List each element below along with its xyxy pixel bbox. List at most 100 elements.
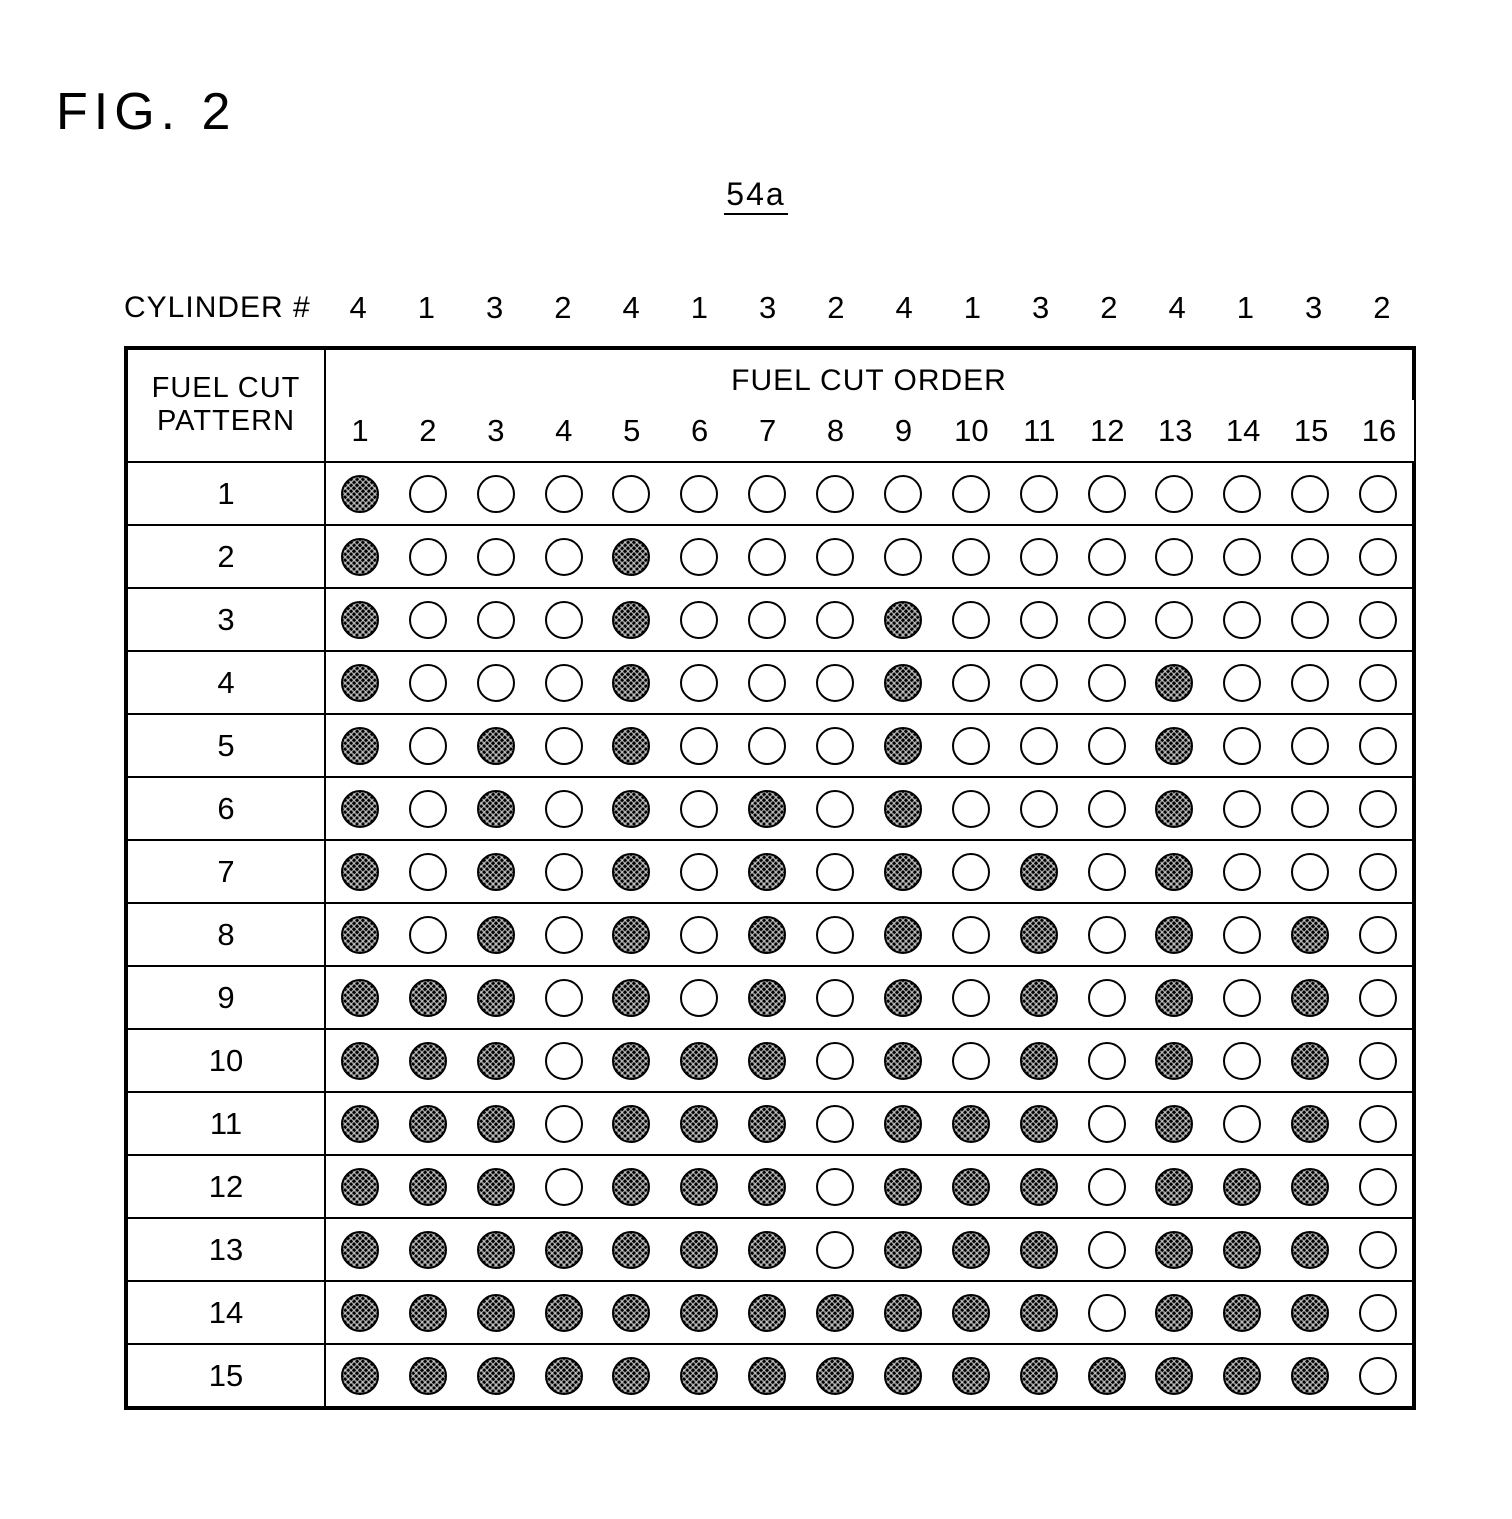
dot-slot bbox=[598, 852, 666, 891]
dot-slot bbox=[801, 789, 869, 828]
fuel-cut-open-circle-icon bbox=[1359, 1230, 1398, 1269]
table-row: 2 bbox=[126, 524, 1414, 589]
pattern-dots-cell bbox=[324, 965, 1414, 1030]
fuel-cut-filled-circle-icon bbox=[883, 1356, 922, 1395]
fuel-cut-open-circle-icon bbox=[1359, 1293, 1398, 1332]
dot-slot bbox=[1005, 1104, 1073, 1143]
dot-slot bbox=[1344, 789, 1412, 828]
dot-slot bbox=[1005, 852, 1073, 891]
fuel-cut-filled-circle-icon bbox=[1291, 1104, 1330, 1143]
fuel-cut-open-circle-icon bbox=[1223, 789, 1262, 828]
fuel-cut-open-circle-icon bbox=[816, 1167, 855, 1206]
dot-slot bbox=[1141, 789, 1209, 828]
pattern-number-cell: 9 bbox=[126, 965, 326, 1030]
fuel-cut-open-circle-icon bbox=[748, 600, 787, 639]
dot-slot bbox=[1276, 1230, 1344, 1269]
dot-slot bbox=[326, 852, 394, 891]
fuel-cut-filled-circle-icon bbox=[883, 1041, 922, 1080]
fuel-cut-open-circle-icon bbox=[1087, 663, 1126, 702]
fuel-cut-filled-circle-icon bbox=[612, 1167, 651, 1206]
fuel-cut-filled-circle-icon bbox=[476, 915, 515, 954]
pattern-dots-row bbox=[326, 778, 1412, 839]
dot-slot bbox=[937, 537, 1005, 576]
fuel-cut-filled-circle-icon bbox=[1155, 1230, 1194, 1269]
dot-slot bbox=[801, 1104, 869, 1143]
dot-slot bbox=[598, 1356, 666, 1395]
fuel-cut-filled-circle-icon bbox=[1155, 663, 1194, 702]
order-number-item: 8 bbox=[826, 412, 845, 448]
pattern-dots-cell bbox=[324, 1154, 1414, 1219]
pattern-dots-cell bbox=[324, 461, 1414, 526]
cylinder-number-cell: 2 bbox=[554, 290, 572, 325]
fuel-cut-filled-circle-icon bbox=[1019, 1356, 1058, 1395]
fuel-cut-filled-circle-icon bbox=[748, 1293, 787, 1332]
dot-slot bbox=[1141, 1167, 1209, 1206]
dot-slot bbox=[326, 474, 394, 513]
fuel-cut-filled-circle-icon bbox=[476, 852, 515, 891]
dot-slot bbox=[462, 663, 530, 702]
dot-slot bbox=[1208, 1167, 1276, 1206]
dot-slot bbox=[1073, 1167, 1141, 1206]
fuel-cut-open-circle-icon bbox=[408, 600, 447, 639]
dot-slot bbox=[394, 537, 462, 576]
dot-slot bbox=[394, 726, 462, 765]
fuel-cut-open-circle-icon bbox=[1223, 1041, 1262, 1080]
cylinder-number-list: 4 1 3 2 4 1 3 2 4 1 3 2 4 1 3 2 bbox=[324, 290, 1416, 326]
dot-slot bbox=[869, 852, 937, 891]
fuel-cut-filled-circle-icon bbox=[883, 852, 922, 891]
fuel-cut-filled-circle-icon bbox=[1155, 1167, 1194, 1206]
fuel-cut-open-circle-icon bbox=[476, 474, 515, 513]
dot-slot bbox=[1141, 1041, 1209, 1080]
dot-slot bbox=[733, 1230, 801, 1269]
fuel-cut-open-circle-icon bbox=[1359, 726, 1398, 765]
dot-slot bbox=[394, 789, 462, 828]
fuel-cut-open-circle-icon bbox=[1223, 915, 1262, 954]
pattern-dots-cell bbox=[324, 1280, 1414, 1345]
order-number-item: 16 bbox=[1361, 412, 1397, 448]
fuel-cut-filled-circle-icon bbox=[951, 1293, 990, 1332]
dot-slot bbox=[801, 1356, 869, 1395]
fuel-cut-open-circle-icon bbox=[951, 852, 990, 891]
dot-slot bbox=[869, 1104, 937, 1143]
dot-slot bbox=[462, 789, 530, 828]
dot-slot bbox=[1073, 537, 1141, 576]
fuel-cut-pattern-table: FUEL CUT PATTERN FUEL CUT ORDER 12345678… bbox=[124, 346, 1416, 1410]
fuel-cut-open-circle-icon bbox=[1223, 852, 1262, 891]
fuel-cut-filled-circle-icon bbox=[476, 726, 515, 765]
fuel-cut-open-circle-icon bbox=[1155, 600, 1194, 639]
table-row: 1 bbox=[126, 461, 1414, 526]
order-number-item: 15 bbox=[1293, 412, 1329, 448]
fuel-cut-open-circle-icon bbox=[1291, 474, 1330, 513]
dot-slot bbox=[598, 1041, 666, 1080]
fuel-cut-filled-circle-icon bbox=[1155, 789, 1194, 828]
fuel-cut-filled-circle-icon bbox=[408, 1041, 447, 1080]
dot-slot bbox=[1208, 474, 1276, 513]
fuel-cut-open-circle-icon bbox=[1359, 915, 1398, 954]
dot-slot bbox=[530, 852, 598, 891]
fuel-cut-filled-circle-icon bbox=[408, 1293, 447, 1332]
fuel-cut-open-circle-icon bbox=[816, 789, 855, 828]
table-row: 11 bbox=[126, 1091, 1414, 1156]
dot-slot bbox=[394, 1293, 462, 1332]
order-number-item: 14 bbox=[1225, 412, 1261, 448]
dot-slot bbox=[530, 1167, 598, 1206]
fuel-cut-filled-circle-icon bbox=[340, 1104, 379, 1143]
dot-slot bbox=[326, 537, 394, 576]
fuel-cut-filled-circle-icon bbox=[340, 789, 379, 828]
fuel-cut-open-circle-icon bbox=[1019, 789, 1058, 828]
dot-slot bbox=[665, 726, 733, 765]
dot-slot bbox=[665, 789, 733, 828]
fuel-cut-filled-circle-icon bbox=[1291, 915, 1330, 954]
dot-slot bbox=[530, 474, 598, 513]
dot-slot bbox=[1073, 1230, 1141, 1269]
fuel-cut-open-circle-icon bbox=[1291, 663, 1330, 702]
fuel-cut-filled-circle-icon bbox=[340, 474, 379, 513]
fuel-cut-filled-circle-icon bbox=[1019, 915, 1058, 954]
order-number-item: 7 bbox=[758, 412, 777, 448]
fuel-cut-open-circle-icon bbox=[680, 474, 719, 513]
dot-slot bbox=[1344, 474, 1412, 513]
order-number-item: 5 bbox=[623, 412, 641, 448]
fuel-cut-filled-circle-icon bbox=[1019, 1104, 1058, 1143]
fuel-cut-filled-circle-icon bbox=[748, 789, 787, 828]
order-number-item: 1 bbox=[351, 412, 369, 448]
